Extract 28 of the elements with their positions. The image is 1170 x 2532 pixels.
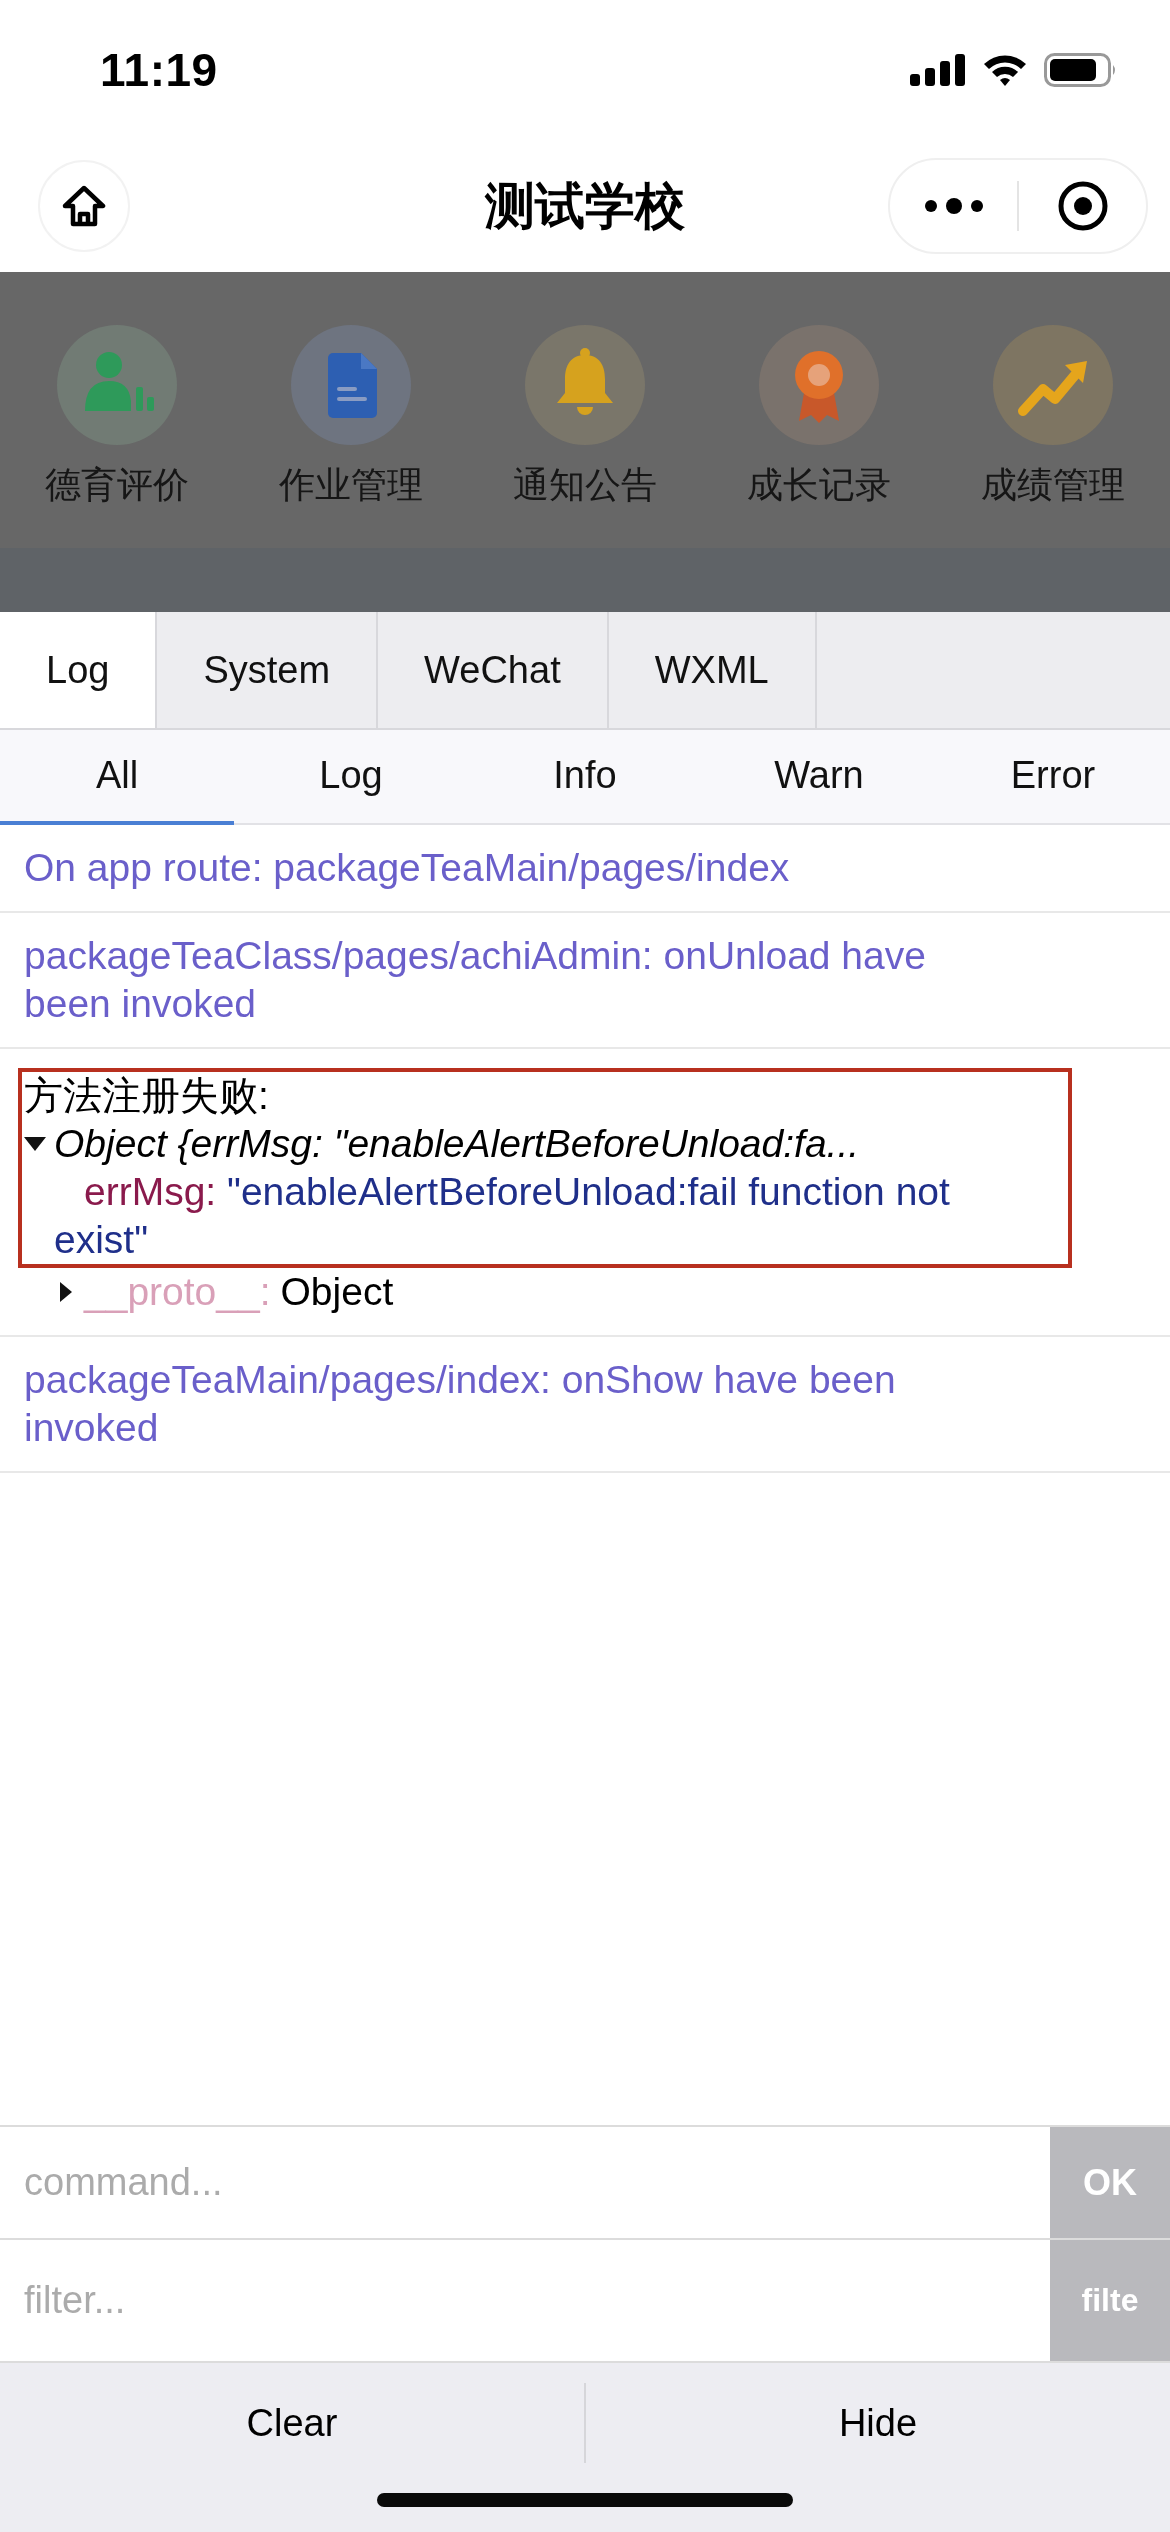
property-line: errMsg: "enableAlertBeforeUnload:fail function not exist"	[54, 1169, 951, 1263]
filter-tab[interactable]: Warn	[702, 730, 936, 825]
page-title: 测试学校	[485, 176, 685, 236]
property-value: Object	[280, 1269, 394, 1315]
home-icon	[62, 185, 106, 227]
console-tab[interactable]: Log	[0, 612, 158, 728]
filter-tab[interactable]: All	[0, 730, 234, 825]
caret-down-icon[interactable]	[24, 1137, 46, 1151]
award-icon[interactable]	[759, 325, 879, 445]
object-summary[interactable]: Object {errMsg: "enableAlertBeforeUnload:fa...	[54, 1120, 860, 1168]
filter-tab[interactable]: Log	[234, 730, 468, 825]
status-time: 11:19	[100, 43, 218, 97]
circle-dot-icon	[1056, 180, 1109, 232]
more-icon	[923, 198, 984, 214]
caret-right-icon[interactable]	[60, 1282, 72, 1302]
filter-tab[interactable]: Error	[936, 730, 1170, 825]
action-button[interactable]: Hide	[586, 2363, 1170, 2483]
signal-icon	[910, 54, 966, 86]
battery-icon	[1044, 53, 1118, 87]
log-message: packageTeaMain/pages/index: onShow have been invoked	[24, 1357, 897, 1451]
wifi-icon	[982, 53, 1028, 87]
filter-tab[interactable]: Info	[468, 730, 702, 825]
action-button[interactable]: Clear	[0, 2363, 584, 2483]
chart-icon[interactable]	[993, 325, 1113, 445]
log-message: On app route: packageTeaMain/pages/index	[24, 845, 791, 891]
log-message: packageTeaClass/pages/achiAdmin: onUnload have been invoked	[24, 933, 927, 1027]
log-label: 方法注册失败:	[24, 1073, 270, 1119]
property-key: __proto__:	[84, 1268, 271, 1316]
